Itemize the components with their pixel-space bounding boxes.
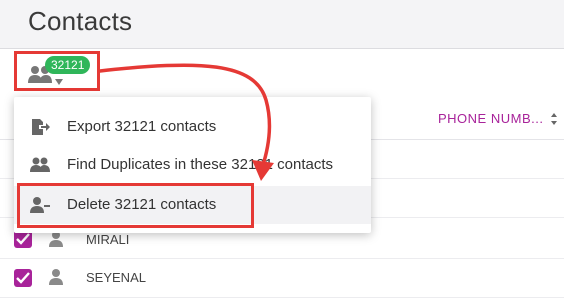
- contact-name[interactable]: MIRALI: [86, 232, 129, 247]
- page-header: Contacts: [0, 0, 564, 49]
- table-row[interactable]: SEYENAL: [0, 259, 564, 298]
- menu-item-export[interactable]: Export 32121 contacts: [14, 108, 371, 146]
- chevron-down-icon: [55, 79, 63, 85]
- menu-item-label: Export 32121 contacts: [67, 118, 217, 135]
- sort-icon[interactable]: [550, 112, 558, 126]
- export-icon: [32, 119, 50, 135]
- annotation-highlight-box: [17, 183, 254, 228]
- count-badge: 32121: [45, 56, 91, 74]
- menu-item-find-duplicates[interactable]: Find Duplicates in these 32121 contacts: [14, 146, 371, 184]
- contact-name[interactable]: SEYENAL: [86, 270, 146, 285]
- column-header-phone[interactable]: PHONE NUMB...: [438, 111, 543, 126]
- menu-item-label: Find Duplicates in these 32121 contacts: [67, 156, 333, 173]
- person-icon: [49, 269, 63, 285]
- page-title: Contacts: [28, 6, 133, 36]
- people-icon: [30, 157, 50, 172]
- row-checkbox[interactable]: [14, 269, 32, 287]
